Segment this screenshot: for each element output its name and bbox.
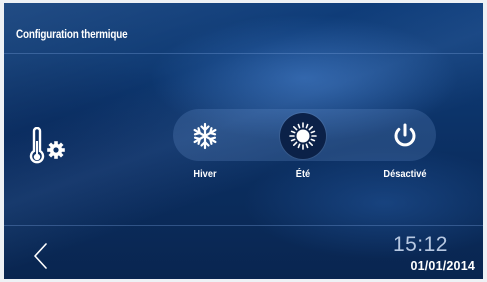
footer-divider xyxy=(4,225,483,226)
chevron-left-icon[interactable] xyxy=(30,241,54,271)
sun-icon xyxy=(289,122,317,150)
mode-label-winter: Hiver xyxy=(193,168,217,180)
snowflake-icon xyxy=(193,122,217,150)
page-title: Configuration thermique xyxy=(16,29,128,41)
power-icon xyxy=(394,123,416,147)
touch-screen: Configuration thermique Hiver Été Désact… xyxy=(4,3,483,279)
mode-button-winter[interactable] xyxy=(182,113,228,159)
clock-time: 15:12 xyxy=(392,233,448,256)
mode-label-summer: Été xyxy=(295,168,311,180)
thermometer-gear-icon xyxy=(29,127,65,164)
device-bezel: Configuration thermique Hiver Été Désact… xyxy=(0,0,487,282)
header-divider xyxy=(4,53,483,54)
mode-label-off: Désactivé xyxy=(383,168,427,180)
mode-button-off[interactable] xyxy=(382,113,428,159)
mode-button-summer[interactable] xyxy=(280,113,326,159)
clock-date: 01/01/2014 xyxy=(410,259,475,273)
